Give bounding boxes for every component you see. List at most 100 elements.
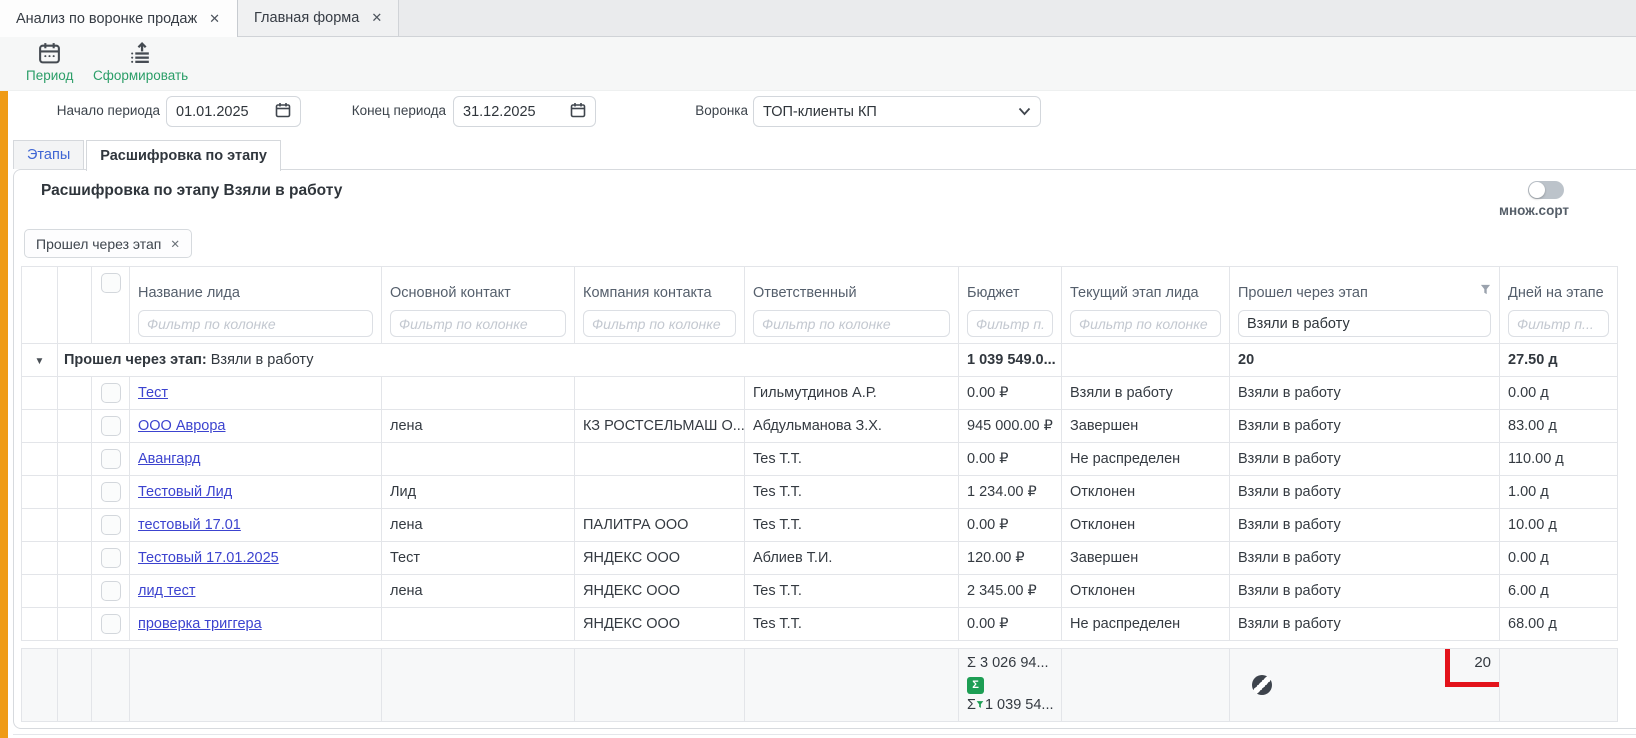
group-label-cell: Прошел через этап: Взяли в работу <box>58 344 959 377</box>
close-icon[interactable]: ✕ <box>371 10 382 26</box>
annotation-highlight-box: 20 <box>1445 649 1500 688</box>
table-row: тестовый 17.01 лена ПАЛИТРА ООО Tes T.T.… <box>22 509 1618 542</box>
lead-link[interactable]: Тест <box>138 385 168 401</box>
group-passed-count: 20 <box>1230 344 1500 377</box>
column-filter-input[interactable]: Фильтр по колонке <box>138 310 373 337</box>
current-stage-cell: Не распределен <box>1062 443 1230 476</box>
column-filter-input[interactable]: Фильтр по колонке <box>390 310 566 337</box>
tab-stages[interactable]: Этапы <box>13 140 84 169</box>
period-start-input[interactable]: 01.01.2025 <box>166 96 301 127</box>
row-checkbox[interactable] <box>101 581 121 601</box>
contact-company-cell: ЯНДЕКС ООО <box>575 575 745 608</box>
lead-name-cell: Авангард <box>130 443 382 476</box>
multisort-toggle[interactable] <box>1528 181 1564 199</box>
close-icon[interactable]: ✕ <box>170 237 180 251</box>
lead-link[interactable]: тестовый 17.01 <box>138 517 241 533</box>
tab-stage-breakdown-label: Расшифровка по этапу <box>100 148 267 164</box>
toggle-off-icon[interactable] <box>1528 181 1564 199</box>
lead-link[interactable]: проверка триггера <box>138 616 262 632</box>
column-header-lead-name[interactable]: Название лида Фильтр по колонке <box>130 267 382 344</box>
row-checkbox[interactable] <box>101 383 121 403</box>
expand-column-header <box>22 267 58 344</box>
column-filter-input[interactable]: Фильтр по колонке <box>1070 310 1221 337</box>
responsible-cell: Tes T.T. <box>745 575 959 608</box>
generate-button[interactable]: Сформировать <box>93 41 188 83</box>
tab-main-form[interactable]: Главная форма ✕ <box>238 0 399 36</box>
group-days-avg: 27.50 д <box>1500 344 1618 377</box>
lead-link[interactable]: ООО Аврора <box>138 418 226 434</box>
days-on-stage-cell: 110.00 д <box>1500 443 1618 476</box>
budget-cell: 945 000.00 ₽ <box>959 410 1062 443</box>
row-checkbox[interactable] <box>101 548 121 568</box>
totals-row: Σ 3 026 94... Σ Σ1 039 54... <box>22 649 1618 722</box>
period-start-value: 01.01.2025 <box>176 104 275 120</box>
tab-stage-breakdown[interactable]: Расшифровка по этапу <box>86 140 281 171</box>
close-icon[interactable]: ✕ <box>209 11 220 27</box>
column-header-budget[interactable]: Бюджет Фильтр п... <box>959 267 1062 344</box>
group-collapse-button[interactable]: ▼ <box>22 344 58 377</box>
group-budget-total: 1 039 549.0... <box>959 344 1062 377</box>
row-checkbox[interactable] <box>101 482 121 502</box>
current-stage-cell: Завершен <box>1062 542 1230 575</box>
lead-name-cell: Тестовый Лид <box>130 476 382 509</box>
count-aggregate-icon[interactable] <box>1252 675 1272 695</box>
column-header-responsible[interactable]: Ответственный Фильтр по колонке <box>745 267 959 344</box>
passed-stage-cell: Взяли в работу <box>1230 377 1500 410</box>
select-all-checkbox[interactable] <box>101 273 121 293</box>
lead-link[interactable]: Тестовый 17.01.2025 <box>138 550 279 566</box>
column-filter-input[interactable]: Фильтр п... <box>1508 310 1609 337</box>
calendar-icon[interactable] <box>570 102 586 122</box>
current-stage-cell: Отклонен <box>1062 575 1230 608</box>
current-stage-cell: Отклонен <box>1062 509 1230 542</box>
passed-stage-cell: Взяли в работу <box>1230 542 1500 575</box>
tab-funnel-analysis[interactable]: Анализ по воронке продаж ✕ <box>0 0 238 37</box>
calendar-icon[interactable] <box>275 102 291 122</box>
responsible-cell: Аблиев Т.И. <box>745 542 959 575</box>
column-header-main-contact[interactable]: Основной контакт Фильтр по колонке <box>382 267 575 344</box>
chevron-down-icon <box>1018 104 1031 120</box>
sum-badge-icon[interactable]: Σ <box>967 677 984 694</box>
column-filter-input[interactable]: Взяли в работу <box>1238 310 1491 337</box>
column-header-days-on-stage[interactable]: Дней на этапе Фильтр п... <box>1500 267 1618 344</box>
main-contact-cell <box>382 377 575 410</box>
days-on-stage-cell: 0.00 д <box>1500 377 1618 410</box>
column-filter-input[interactable]: Фильтр по колонке <box>753 310 950 337</box>
responsible-cell: Tes T.T. <box>745 443 959 476</box>
column-filter-input[interactable]: Фильтр п... <box>967 310 1053 337</box>
passed-stage-cell: Взяли в работу <box>1230 443 1500 476</box>
row-checkbox[interactable] <box>101 416 121 436</box>
lead-link[interactable]: Авангард <box>138 451 201 467</box>
responsible-cell: Tes T.T. <box>745 608 959 641</box>
row-checkbox[interactable] <box>101 614 121 634</box>
active-window-accent-bar <box>0 91 8 738</box>
budget-cell: 0.00 ₽ <box>959 377 1062 410</box>
column-header-contact-company[interactable]: Компания контакта Фильтр по колонке <box>575 267 745 344</box>
filter-chip-label: Прошел через этап <box>36 236 161 252</box>
tab-stages-label: Этапы <box>27 147 70 163</box>
generate-report-icon <box>128 41 153 66</box>
header-row: Название лида Фильтр по колонке Основной… <box>22 267 1618 344</box>
lead-link[interactable]: Тестовый Лид <box>138 484 232 500</box>
chevron-down-icon: ▼ <box>35 356 45 367</box>
column-filter-input[interactable]: Фильтр по колонке <box>583 310 736 337</box>
budget-cell: 120.00 ₽ <box>959 542 1062 575</box>
filter-chip-passed-stage[interactable]: Прошел через этап ✕ <box>24 229 192 258</box>
calendar-icon <box>37 41 62 66</box>
generate-button-label: Сформировать <box>93 68 188 83</box>
funnel-select-label: Воронка <box>690 103 748 118</box>
current-stage-cell: Взяли в работу <box>1062 377 1230 410</box>
subtabs: Этапы Расшифровка по этапу <box>13 140 283 171</box>
table-row: ООО Аврора лена КЗ РОСТСЕЛЬМАШ О... Абду… <box>22 410 1618 443</box>
period-start-label: Начало периода <box>48 103 160 118</box>
row-checkbox[interactable] <box>101 515 121 535</box>
period-button[interactable]: Период <box>26 41 73 83</box>
lead-link[interactable]: лид тест <box>138 583 195 599</box>
funnel-select[interactable]: ТОП-клиенты КП <box>753 96 1041 127</box>
row-checkbox[interactable] <box>101 449 121 469</box>
column-header-passed-stage[interactable]: Прошел через этап Взяли в работу <box>1230 267 1500 344</box>
column-header-current-stage[interactable]: Текущий этап лида Фильтр по колонке <box>1062 267 1230 344</box>
period-end-input[interactable]: 31.12.2025 <box>453 96 596 127</box>
tab-label: Анализ по воронке продаж <box>16 11 197 27</box>
period-end-label: Конец периода <box>340 103 446 118</box>
budget-cell: 0.00 ₽ <box>959 608 1062 641</box>
